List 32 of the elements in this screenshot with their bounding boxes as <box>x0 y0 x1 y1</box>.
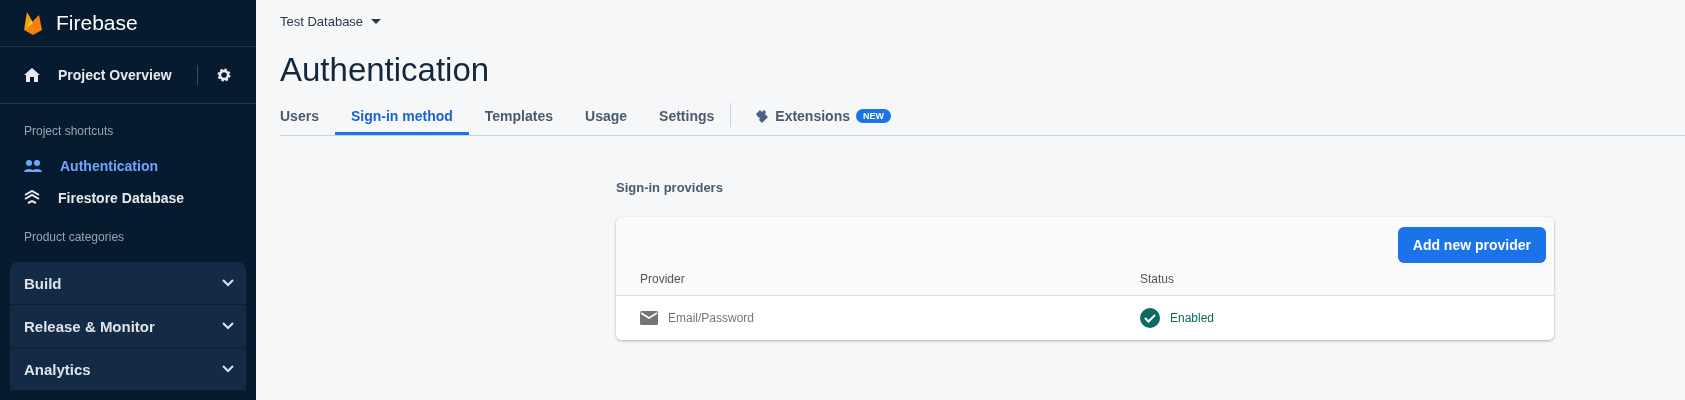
shortcut-item[interactable]: Authentication <box>60 158 158 174</box>
tab[interactable]: Users <box>280 99 335 135</box>
project-selector[interactable]: Test Database <box>280 14 364 29</box>
category-item[interactable]: Build <box>24 274 62 292</box>
section-heading: Product categories <box>23 229 126 246</box>
puzzle-icon <box>755 108 770 123</box>
category-item[interactable]: Analytics <box>24 360 91 378</box>
new-badge: NEW <box>856 108 891 123</box>
waves-icon <box>24 190 40 206</box>
envelope-icon <box>640 311 658 325</box>
tab[interactable]: Templates <box>468 99 570 135</box>
settings-icon[interactable] <box>216 67 232 83</box>
people-icon <box>24 160 42 172</box>
status-text: Enabled <box>1170 311 1215 325</box>
brand-name: Firebase <box>56 11 138 35</box>
dropdown-caret-icon[interactable] <box>371 19 382 24</box>
extensions-tab[interactable]: Extensions NEW <box>739 99 907 135</box>
project-overview-link[interactable]: Project Overview <box>58 67 179 83</box>
add-provider-button[interactable]: Add new provider <box>1397 227 1546 263</box>
tab[interactable]: Sign-in method <box>334 99 469 135</box>
column-header: Provider <box>640 272 686 286</box>
tab[interactable]: Usage <box>569 99 644 135</box>
section-heading: Project shortcuts <box>23 123 115 140</box>
category-item[interactable]: Release & Monitor <box>24 317 155 335</box>
provider-name[interactable]: Email/Password <box>668 311 755 325</box>
column-header: Status <box>1140 272 1176 286</box>
section-title: Sign-in providers <box>616 180 724 195</box>
page-title: Authentication <box>280 51 491 89</box>
tab[interactable]: Settings <box>643 99 731 135</box>
home-icon <box>24 68 40 82</box>
shortcut-item[interactable]: Firestore Database <box>58 190 185 206</box>
flame-logo-icon <box>24 11 42 35</box>
